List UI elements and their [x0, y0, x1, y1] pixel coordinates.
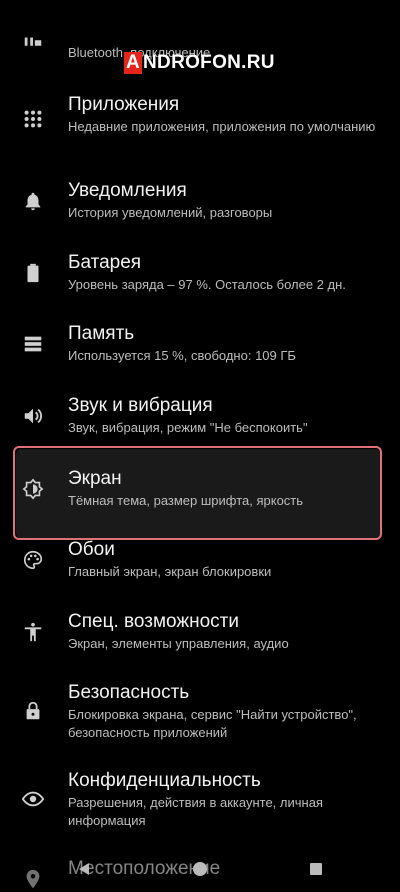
palette-icon — [20, 547, 46, 573]
settings-item-notifications[interactable]: Уведомления История уведомлений, разгово… — [0, 172, 400, 232]
settings-item-title: Конфиденциальность — [68, 770, 261, 791]
settings-item-storage[interactable]: Память Используется 15 %, свободно: 109 … — [0, 315, 400, 375]
settings-item-apps[interactable]: Приложения Недавние приложения, приложен… — [0, 86, 400, 156]
settings-item-title: Батарея — [68, 252, 142, 273]
home-icon[interactable] — [192, 861, 208, 877]
battery-icon — [20, 260, 46, 286]
navigation-bar — [0, 855, 400, 889]
settings-item-sound[interactable]: Звук и вибрация Звук, вибрация, режим "Н… — [0, 387, 400, 447]
connected-devices-icon — [20, 30, 46, 56]
settings-item-subtitle: Главный экран, экран блокировки — [68, 564, 272, 579]
settings-item-subtitle: Звук, вибрация, режим "Не беспокоить" — [68, 420, 308, 435]
settings-item-subtitle: Экран, элементы управления, аудио — [68, 636, 289, 651]
settings-item-title: Обои — [68, 539, 115, 560]
settings-item-title: Память — [68, 323, 135, 344]
back-icon[interactable] — [76, 861, 92, 877]
settings-item-subtitle: Разрешения, действия в аккаунте, личная … — [68, 795, 323, 828]
settings-item-subtitle: Недавние приложения, приложения по умолч… — [68, 119, 376, 134]
apps-grid-icon — [20, 106, 46, 132]
settings-item-title: Спец. возможности — [68, 611, 239, 632]
recents-icon[interactable] — [308, 861, 324, 877]
settings-item-title: Уведомления — [68, 180, 187, 201]
settings-item-subtitle: Блокировка экрана, сервис "Найти устройс… — [68, 707, 357, 740]
accessibility-icon — [20, 619, 46, 645]
watermark-logo: A NDROFON.RU — [124, 52, 275, 74]
highlight-frame — [13, 446, 382, 540]
lock-icon — [20, 698, 46, 724]
settings-item-subtitle: Используется 15 %, свободно: 109 ГБ — [68, 348, 296, 363]
settings-item-security[interactable]: Безопасность Блокировка экрана, сервис "… — [0, 674, 400, 754]
settings-item-subtitle: Уровень заряда – 97 %. Осталось более 2 … — [68, 277, 346, 292]
settings-item-title: Безопасность — [68, 682, 190, 703]
settings-item-title: Приложения — [68, 94, 180, 115]
settings-item-subtitle: История уведомлений, разговоры — [68, 205, 273, 220]
settings-item-accessibility[interactable]: Спец. возможности Экран, элементы управл… — [0, 603, 400, 663]
settings-item-privacy[interactable]: Конфиденциальность Разрешения, действия … — [0, 762, 400, 842]
settings-item-wallpaper[interactable]: Обои Главный экран, экран блокировки — [0, 531, 400, 591]
volume-icon — [20, 403, 46, 429]
settings-item-battery[interactable]: Батарея Уровень заряда – 97 %. Осталось … — [0, 244, 400, 304]
bell-icon — [20, 188, 46, 214]
privacy-eye-icon — [20, 786, 46, 812]
storage-icon — [20, 331, 46, 357]
settings-item-title: Звук и вибрация — [68, 395, 213, 416]
